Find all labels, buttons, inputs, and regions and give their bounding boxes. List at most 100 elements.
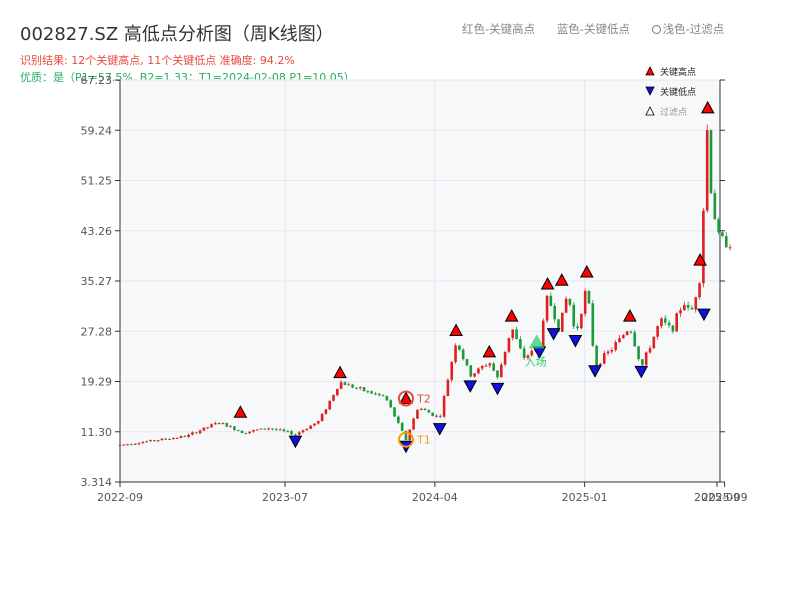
candle-body bbox=[122, 444, 126, 446]
candle-body bbox=[358, 387, 362, 389]
candle-body bbox=[351, 384, 354, 388]
candle-body bbox=[316, 421, 320, 424]
candle-body bbox=[309, 425, 312, 429]
candle-body bbox=[377, 393, 381, 396]
candle-body bbox=[705, 130, 709, 211]
candle-body bbox=[438, 415, 442, 417]
x-tick-label: 2025-01 bbox=[562, 491, 608, 504]
candle-body bbox=[153, 440, 156, 442]
t1-label: T1 bbox=[416, 434, 431, 447]
candle-body bbox=[473, 373, 476, 377]
candle-body bbox=[206, 427, 209, 429]
candle-body bbox=[240, 430, 244, 434]
candle-body bbox=[191, 432, 194, 435]
y-tick-label: 3.314 bbox=[81, 476, 113, 489]
entry-label: 入场 bbox=[525, 354, 547, 368]
candle-body bbox=[610, 349, 614, 352]
x-tick-label: 2024-04 bbox=[412, 491, 458, 504]
candle-body bbox=[374, 393, 377, 395]
candle-body bbox=[683, 304, 686, 311]
x-tick-label: 2022-09 bbox=[97, 491, 143, 504]
candle-body bbox=[385, 395, 389, 401]
candle-body bbox=[728, 247, 732, 249]
candle-body bbox=[313, 423, 316, 426]
candle-body bbox=[271, 428, 274, 430]
candle-body bbox=[602, 353, 606, 364]
y-tick-label: 51.25 bbox=[81, 175, 113, 188]
candle-body bbox=[393, 407, 396, 417]
candle-body bbox=[599, 363, 602, 366]
candle-body bbox=[267, 428, 271, 430]
candle-body bbox=[259, 428, 263, 430]
candle-body bbox=[187, 434, 190, 437]
candle-body bbox=[629, 331, 633, 333]
candle-body bbox=[652, 336, 656, 349]
candle-body bbox=[553, 306, 556, 320]
candle-body bbox=[370, 391, 373, 394]
candle-body bbox=[450, 361, 454, 380]
candle-body bbox=[252, 429, 255, 432]
candle-body bbox=[145, 441, 148, 443]
candle-body bbox=[561, 312, 564, 332]
candle-body bbox=[580, 313, 583, 329]
candle-body bbox=[702, 210, 705, 284]
candle-body bbox=[431, 412, 434, 416]
candle-body bbox=[202, 427, 206, 431]
candle-body bbox=[133, 443, 137, 445]
candle-body bbox=[397, 416, 400, 423]
y-tick-label: 43.26 bbox=[81, 225, 113, 238]
candle-body bbox=[255, 429, 259, 431]
x-tick-label: 2025-09 bbox=[702, 491, 748, 504]
candle-body bbox=[236, 430, 240, 432]
candle-body bbox=[469, 365, 473, 377]
candle-body bbox=[572, 304, 576, 327]
candle-body bbox=[595, 345, 598, 366]
candle-body bbox=[141, 442, 145, 444]
y-tick-label: 27.28 bbox=[81, 325, 113, 338]
candle-body bbox=[210, 424, 213, 428]
candle-body bbox=[435, 415, 438, 417]
candle-body bbox=[671, 325, 675, 332]
candle-body bbox=[606, 351, 610, 354]
candle-body bbox=[503, 351, 507, 365]
legend-low-label: 关键低点 bbox=[660, 86, 696, 98]
candle-body bbox=[179, 436, 183, 438]
candle-body bbox=[644, 352, 648, 365]
candle-body bbox=[545, 295, 549, 321]
candle-body bbox=[332, 395, 335, 401]
candle-body bbox=[568, 298, 572, 305]
candle-body bbox=[290, 431, 293, 435]
y-tick-label: 67.23 bbox=[81, 74, 113, 87]
t2-label: T2 bbox=[416, 392, 431, 405]
candle-body bbox=[446, 379, 450, 397]
candle-body bbox=[694, 297, 698, 310]
candle-body bbox=[492, 363, 495, 371]
y-tick-label: 35.27 bbox=[81, 275, 113, 288]
candle-body bbox=[324, 409, 328, 414]
candle-body bbox=[614, 342, 617, 350]
candle-body bbox=[248, 431, 251, 434]
candle-body bbox=[160, 438, 164, 441]
y-tick-label: 19.29 bbox=[81, 376, 113, 389]
candle-body bbox=[717, 219, 720, 233]
candle-body bbox=[461, 349, 465, 360]
candle-body bbox=[175, 437, 179, 439]
candlestick-chart: 3.314 11.30 19.29 27.28 35.27 43.26 51.25 59.24… bbox=[81, 66, 748, 504]
candle-body bbox=[507, 337, 511, 352]
candle-body bbox=[263, 428, 267, 430]
candle-body bbox=[480, 365, 484, 369]
candle-body bbox=[118, 444, 122, 446]
candle-body bbox=[519, 339, 522, 349]
candle-body bbox=[618, 338, 621, 343]
candle-body bbox=[225, 422, 229, 427]
candle-body bbox=[229, 426, 232, 428]
candle-body bbox=[294, 434, 297, 436]
candle-body bbox=[721, 232, 724, 237]
candle-body bbox=[328, 400, 332, 410]
candle-body bbox=[423, 408, 427, 411]
legend-high-icon bbox=[645, 66, 655, 76]
candle-body bbox=[305, 428, 309, 431]
candle-body bbox=[499, 364, 503, 378]
candle-body bbox=[633, 332, 637, 347]
candle-body bbox=[381, 395, 385, 397]
